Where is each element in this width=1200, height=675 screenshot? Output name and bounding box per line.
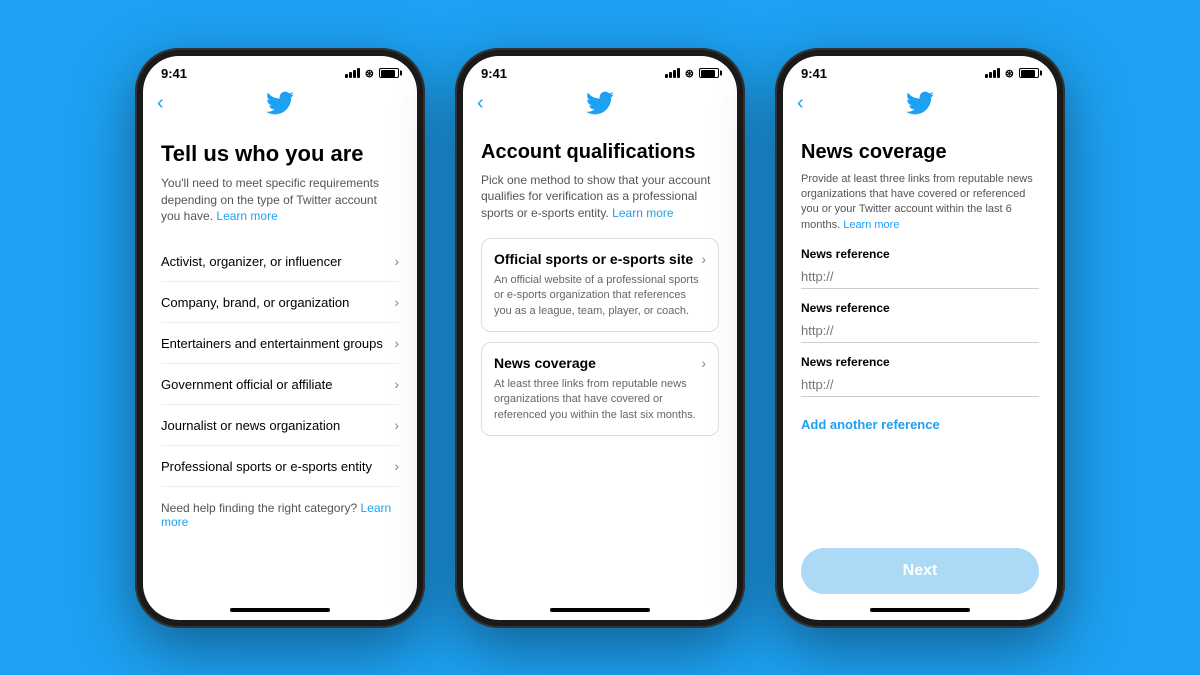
- home-indicator-2: [550, 608, 650, 612]
- screen-3-subtitle: Provide at least three links from reputa…: [801, 172, 1039, 234]
- status-icons-3: ⊛: [985, 67, 1039, 80]
- screen-3-inner: News coverage Provide at least three lin…: [801, 141, 1039, 594]
- home-indicator-1: [230, 608, 330, 612]
- screen-3-content: News coverage Provide at least three lin…: [783, 125, 1057, 602]
- qual-header-sports: Official sports or e-sports site ›: [494, 251, 706, 267]
- status-icons-1: ⊛: [345, 67, 399, 80]
- chevron-icon-2: ›: [394, 294, 399, 310]
- chevron-icon-1: ›: [394, 253, 399, 269]
- chevron-qual-2: ›: [701, 355, 706, 371]
- status-time-1: 9:41: [161, 66, 187, 81]
- twitter-logo-3: [906, 89, 934, 117]
- learn-more-link-2[interactable]: Learn more: [612, 206, 673, 220]
- field-label-1: News reference: [801, 247, 1039, 261]
- phone-1: 9:41 ⊛ ‹ Tell us who you are: [135, 48, 425, 628]
- field-group-3: News reference: [801, 355, 1039, 397]
- status-time-2: 9:41: [481, 66, 507, 81]
- status-bar-2: 9:41 ⊛: [463, 56, 737, 85]
- news-reference-input-2[interactable]: [801, 319, 1039, 343]
- chevron-icon-6: ›: [394, 458, 399, 474]
- screen-1-content: Tell us who you are You'll need to meet …: [143, 125, 417, 602]
- twitter-logo-1: [266, 89, 294, 117]
- signal-icon-1: [345, 68, 360, 78]
- screen-2-subtitle: Pick one method to show that your accoun…: [481, 172, 719, 222]
- nav-bar-2: ‹: [463, 85, 737, 125]
- nav-bar-1: ‹: [143, 85, 417, 125]
- help-text-1: Need help finding the right category? Le…: [161, 501, 399, 529]
- battery-icon-3: [1019, 68, 1039, 78]
- next-button[interactable]: Next: [801, 548, 1039, 594]
- status-bar-1: 9:41 ⊛: [143, 56, 417, 85]
- phone-3: 9:41 ⊛ ‹ News cove: [775, 48, 1065, 628]
- status-bar-3: 9:41 ⊛: [783, 56, 1057, 85]
- news-reference-input-1[interactable]: [801, 265, 1039, 289]
- wifi-icon-2: ⊛: [685, 67, 694, 80]
- wifi-icon-1: ⊛: [365, 67, 374, 80]
- back-button-3[interactable]: ‹: [797, 93, 804, 113]
- menu-item-company[interactable]: Company, brand, or organization ›: [161, 282, 399, 323]
- qual-card-sports[interactable]: Official sports or e-sports site › An of…: [481, 238, 719, 332]
- chevron-icon-4: ›: [394, 376, 399, 392]
- learn-more-link-1[interactable]: Learn more: [216, 209, 277, 223]
- field-group-1: News reference: [801, 247, 1039, 289]
- menu-item-entertainers[interactable]: Entertainers and entertainment groups ›: [161, 323, 399, 364]
- field-label-2: News reference: [801, 301, 1039, 315]
- screen-1-title: Tell us who you are: [161, 141, 399, 167]
- phone-2-screen: 9:41 ⊛ ‹ Account qualificatio: [463, 56, 737, 620]
- twitter-logo-2: [586, 89, 614, 117]
- battery-icon-2: [699, 68, 719, 78]
- phone-1-screen: 9:41 ⊛ ‹ Tell us who you are: [143, 56, 417, 620]
- news-reference-input-3[interactable]: [801, 373, 1039, 397]
- status-icons-2: ⊛: [665, 67, 719, 80]
- menu-item-sports[interactable]: Professional sports or e-sports entity ›: [161, 446, 399, 487]
- phone-3-body: 9:41 ⊛ ‹ News cove: [775, 48, 1065, 628]
- chevron-qual-1: ›: [701, 251, 706, 267]
- field-label-3: News reference: [801, 355, 1039, 369]
- add-reference-link[interactable]: Add another reference: [801, 417, 1039, 432]
- chevron-icon-3: ›: [394, 335, 399, 351]
- home-indicator-3: [870, 608, 970, 612]
- field-group-2: News reference: [801, 301, 1039, 343]
- qual-card-news[interactable]: News coverage › At least three links fro…: [481, 342, 719, 436]
- status-time-3: 9:41: [801, 66, 827, 81]
- learn-more-link-3[interactable]: Learn more: [843, 219, 899, 231]
- phone-1-body: 9:41 ⊛ ‹ Tell us who you are: [135, 48, 425, 628]
- phone-2: 9:41 ⊛ ‹ Account qualificatio: [455, 48, 745, 628]
- phone-3-screen: 9:41 ⊛ ‹ News cove: [783, 56, 1057, 620]
- back-button-1[interactable]: ‹: [157, 93, 164, 113]
- menu-item-government[interactable]: Government official or affiliate ›: [161, 364, 399, 405]
- screen-2-content: Account qualifications Pick one method t…: [463, 125, 737, 602]
- chevron-icon-5: ›: [394, 417, 399, 433]
- qual-header-news: News coverage ›: [494, 355, 706, 371]
- battery-icon-1: [379, 68, 399, 78]
- screen-2-title: Account qualifications: [481, 141, 719, 164]
- phone-2-body: 9:41 ⊛ ‹ Account qualificatio: [455, 48, 745, 628]
- wifi-icon-3: ⊛: [1005, 67, 1014, 80]
- menu-item-activist[interactable]: Activist, organizer, or influencer ›: [161, 241, 399, 282]
- nav-bar-3: ‹: [783, 85, 1057, 125]
- screen-3-title: News coverage: [801, 141, 1039, 164]
- signal-icon-2: [665, 68, 680, 78]
- menu-item-journalist[interactable]: Journalist or news organization ›: [161, 405, 399, 446]
- signal-icon-3: [985, 68, 1000, 78]
- screen-1-subtitle: You'll need to meet specific requirement…: [161, 175, 399, 225]
- back-button-2[interactable]: ‹: [477, 93, 484, 113]
